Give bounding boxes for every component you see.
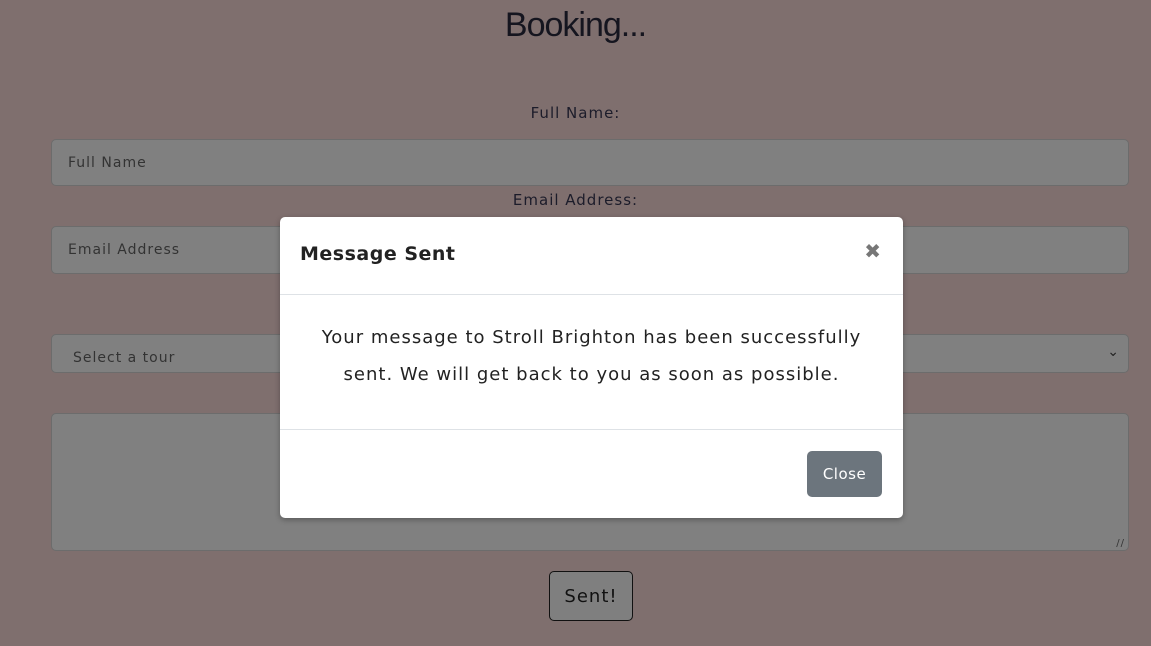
full-name-input[interactable]: Full Name bbox=[51, 139, 1129, 186]
tour-select-value: Select a tour bbox=[73, 349, 176, 366]
full-name-label: Full Name: bbox=[530, 104, 621, 122]
modal-title: Message Sent bbox=[300, 243, 456, 265]
send-button[interactable]: Sent! bbox=[549, 571, 633, 621]
close-icon[interactable]: ✖ bbox=[864, 239, 881, 263]
modal-body: Your message to Stroll Brighton has been… bbox=[280, 295, 903, 430]
page-title: Booking... bbox=[504, 6, 647, 44]
message-sent-modal: Message Sent ✖ Your message to Stroll Br… bbox=[280, 217, 903, 518]
modal-message: Your message to Stroll Brighton has been… bbox=[321, 327, 862, 385]
close-button[interactable]: Close bbox=[807, 451, 882, 497]
resize-handle-icon[interactable]: // bbox=[1116, 538, 1125, 549]
email-placeholder: Email Address bbox=[68, 242, 181, 258]
modal-header: Message Sent ✖ bbox=[280, 217, 903, 295]
email-label: Email Address: bbox=[512, 191, 639, 209]
chevron-down-icon: ⌄ bbox=[1107, 344, 1120, 360]
full-name-placeholder: Full Name bbox=[68, 154, 147, 171]
